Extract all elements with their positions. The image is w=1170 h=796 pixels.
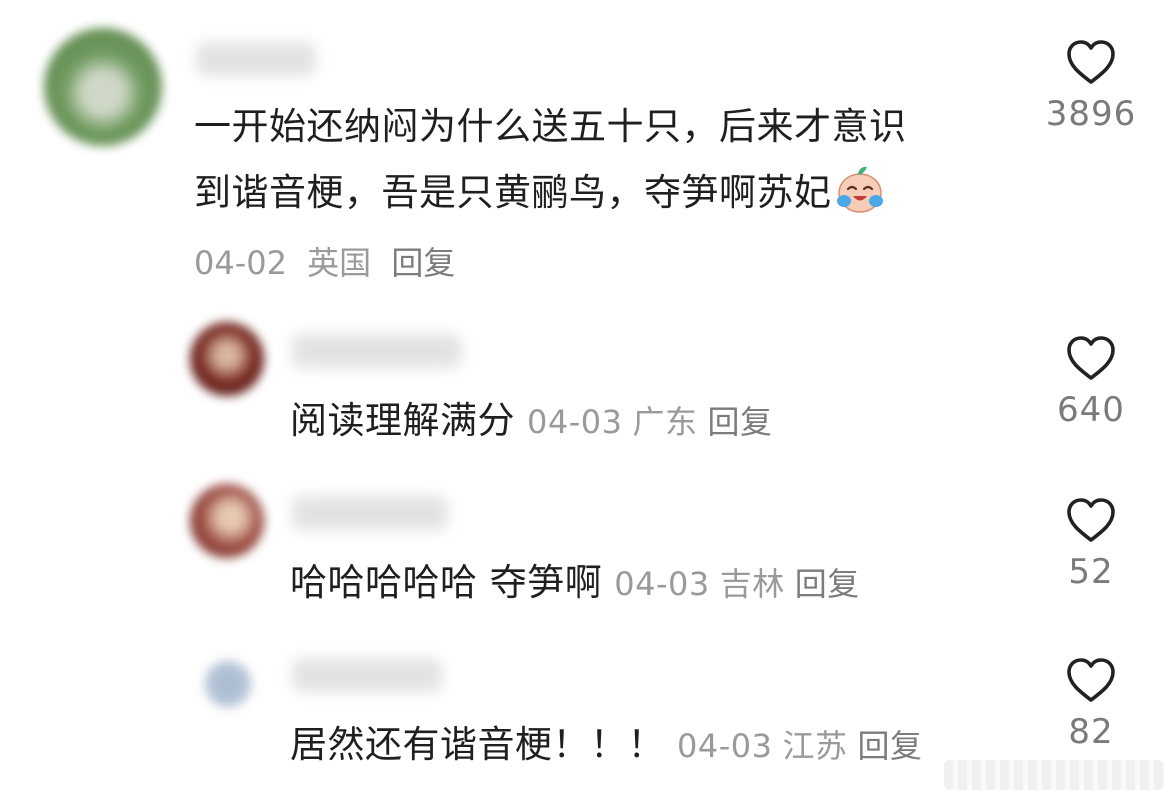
reply-text: 哈哈哈哈哈 夺笋啊	[290, 561, 603, 604]
comment-text: 一开始还纳闷为什么送五十只，后来才意识	[194, 94, 907, 160]
comment-date: 04-03	[614, 565, 710, 603]
avatar[interactable]	[204, 660, 252, 708]
comment-location: 广东	[632, 403, 698, 441]
like-button[interactable]: 640	[1036, 334, 1146, 430]
avatar[interactable]	[190, 322, 264, 396]
avatar[interactable]	[190, 484, 264, 558]
reply-text-row: 哈哈哈哈哈 夺笋啊 04-03 吉林 回复	[290, 550, 860, 617]
comment-text-line-1: 一开始还纳闷为什么送五十只，后来才意识	[194, 105, 907, 148]
watermark	[944, 760, 1164, 790]
comment-location: 吉林	[719, 565, 785, 603]
comment-text: 到谐音梗，吾是只黄鹂鸟，夺笋啊苏妃	[194, 160, 886, 226]
reply-button[interactable]: 回复	[795, 565, 860, 603]
comment-text-line-2: 到谐音梗，吾是只黄鹂鸟，夺笋啊苏妃	[194, 171, 832, 214]
username-blurred[interactable]	[292, 658, 442, 692]
comment-location: 江苏	[782, 727, 848, 765]
reply-text: 阅读理解满分	[290, 399, 515, 442]
like-count: 82	[1068, 712, 1114, 752]
comment-meta: 04-02 英国 回复	[194, 238, 455, 284]
username-blurred[interactable]	[292, 496, 448, 530]
comment-meta: 04-03 吉林 回复	[614, 565, 860, 603]
like-count: 3896	[1045, 94, 1137, 134]
comment-meta: 04-03 广东 回复	[527, 403, 773, 441]
comment-date: 04-03	[677, 727, 773, 765]
heart-icon[interactable]	[1065, 38, 1117, 86]
reply-text-row: 居然还有谐音梗！！！ 04-03 江苏 回复	[290, 712, 923, 779]
reply-text: 居然还有谐音梗！！！	[290, 723, 665, 766]
like-count: 52	[1068, 552, 1114, 592]
laughing-crying-emoji-icon	[836, 166, 883, 213]
comment-date: 04-02	[194, 244, 287, 282]
heart-icon[interactable]	[1065, 496, 1117, 544]
avatar[interactable]	[44, 28, 162, 146]
like-button[interactable]: 82	[1036, 656, 1146, 752]
username-blurred[interactable]	[292, 334, 462, 368]
heart-icon[interactable]	[1065, 334, 1117, 382]
reply-text-row: 阅读理解满分 04-03 广东 回复	[290, 388, 773, 455]
like-button[interactable]: 3896	[1036, 38, 1146, 134]
reply-button[interactable]: 回复	[391, 244, 455, 282]
like-button[interactable]: 52	[1036, 496, 1146, 592]
comment-meta: 04-03 江苏 回复	[677, 727, 923, 765]
comment-location: 英国	[307, 244, 372, 282]
username-blurred[interactable]	[196, 42, 316, 76]
like-count: 640	[1057, 390, 1125, 430]
reply-button[interactable]: 回复	[708, 403, 773, 441]
heart-icon[interactable]	[1065, 656, 1117, 704]
comment-date: 04-03	[527, 403, 623, 441]
